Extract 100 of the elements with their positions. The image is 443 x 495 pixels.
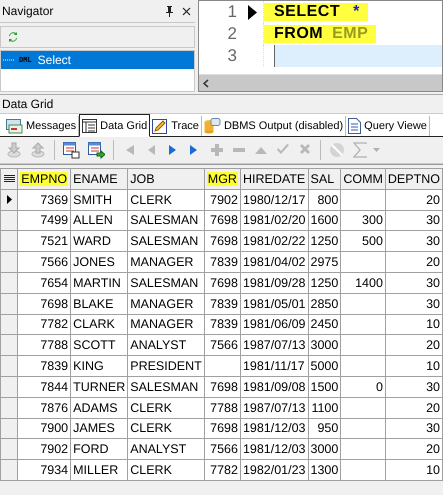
table-cell: 7654: [18, 272, 71, 294]
table-cell: 7788: [18, 334, 71, 356]
table-cell: [340, 438, 386, 460]
database-chat-icon: [204, 118, 221, 134]
close-icon[interactable]: [182, 6, 191, 16]
table-cell: ANALYST: [128, 438, 204, 460]
column-header[interactable]: SAL: [308, 168, 341, 190]
table-cell: 10: [385, 314, 442, 335]
table-cell: SALESMAN: [128, 210, 204, 231]
messages-icon: [6, 118, 23, 134]
tab[interactable]: Messages: [4, 116, 80, 136]
table-cell: 7839: [204, 293, 240, 314]
table-cell: 7521: [18, 230, 71, 252]
table-cell: 1982/01/23: [240, 460, 308, 480]
column-header[interactable]: JOB: [128, 168, 204, 190]
table-cell: 1981/06/09: [240, 314, 308, 335]
column-header[interactable]: HIREDATE: [240, 168, 308, 190]
table-cell: [340, 460, 386, 480]
column-header[interactable]: DEPTNO: [385, 168, 442, 190]
document-icon: [348, 118, 362, 134]
pencil-icon: [152, 118, 168, 134]
refresh-icon[interactable]: [8, 31, 18, 43]
table-cell: 10: [385, 356, 442, 376]
table-cell: 7499: [18, 210, 71, 231]
grid-edit-icon[interactable]: [63, 142, 80, 158]
table-cell: 800: [308, 189, 341, 210]
table-cell: [340, 293, 386, 314]
column-header[interactable]: ENAME: [70, 168, 128, 190]
table-cell: 20: [385, 252, 442, 272]
table-cell: SALESMAN: [128, 230, 204, 252]
table-cell: 1600: [308, 210, 341, 231]
table-cell: SALESMAN: [128, 376, 204, 398]
current-line-icon: [248, 4, 256, 20]
grid-export-icon[interactable]: [88, 142, 105, 158]
table-cell: 7902: [18, 438, 71, 460]
scroll-left-icon[interactable]: [203, 78, 209, 88]
grid-icon: [82, 118, 98, 132]
sql-editor[interactable]: 1 SELECT * 2 FROM EMP 3: [198, 0, 443, 92]
table-cell: 1981/11/17: [240, 356, 308, 376]
table-cell: 0: [340, 376, 386, 398]
table-cell: CLARK: [70, 314, 128, 335]
table-cell: 2975: [308, 252, 341, 272]
table-cell: 1987/07/13: [240, 334, 308, 356]
column-header[interactable]: MGR: [204, 168, 240, 190]
line-number: 1: [226, 2, 238, 22]
tab[interactable]: Trace: [150, 116, 202, 136]
table-cell: 7698: [204, 376, 240, 398]
tree-line-icon: [3, 59, 15, 61]
tab[interactable]: Data Grid: [79, 114, 150, 137]
table-cell: 7566: [204, 438, 240, 460]
table-cell: 7782: [18, 314, 71, 335]
table-cell: 950: [308, 418, 341, 439]
tab[interactable]: Query Viewe: [346, 116, 430, 136]
table-cell: 500: [340, 230, 386, 252]
table-cell: 1981/04/02: [240, 252, 308, 272]
table-cell: SCOTT: [70, 334, 128, 356]
table-cell: TURNER: [70, 376, 128, 398]
table-cell: 7788: [204, 397, 240, 418]
table-cell: [340, 356, 386, 376]
table-cell: 7900: [18, 418, 71, 439]
table-cell: 7698: [204, 272, 240, 294]
column-header[interactable]: EMPNO: [18, 168, 71, 190]
table-cell: CLERK: [128, 418, 204, 439]
table-cell: [340, 334, 386, 356]
table-cell: 7369: [18, 189, 71, 210]
table-cell: 7876: [18, 397, 71, 418]
table-cell: 3000: [308, 438, 341, 460]
table-cell: [340, 189, 386, 210]
tab[interactable]: DBMS Output (disabled): [202, 116, 346, 136]
table-cell: 7698: [204, 418, 240, 439]
table-cell: 7698: [204, 230, 240, 252]
table-cell: 20: [385, 397, 442, 418]
table-cell: CLERK: [128, 397, 204, 418]
table-cell: 7934: [18, 460, 71, 480]
row-indicator[interactable]: [0, 189, 18, 210]
table-cell: 1981/05/01: [240, 293, 308, 314]
table-cell: 1981/12/03: [240, 438, 308, 460]
table-cell: [340, 397, 386, 418]
horizontal-scrollbar[interactable]: [199, 74, 442, 91]
column-header[interactable]: COMM: [340, 168, 386, 190]
table-cell: 1300: [308, 460, 341, 480]
table-cell: CLERK: [128, 460, 204, 480]
table-cell: 7839: [18, 356, 71, 376]
table-cell: 20: [385, 334, 442, 356]
table-cell: 20: [385, 189, 442, 210]
table-cell: 7839: [204, 252, 240, 272]
columns-menu-icon[interactable]: [4, 174, 15, 183]
table-cell: 1981/02/20: [240, 210, 308, 231]
line-number: 2: [226, 24, 238, 44]
table-cell: [204, 356, 240, 376]
table-cell: 1981/09/08: [240, 376, 308, 398]
table-cell: JONES: [70, 252, 128, 272]
table-cell: 1981/02/22: [240, 230, 308, 252]
table-cell: 1981/09/28: [240, 272, 308, 294]
table-cell: CLERK: [128, 189, 204, 210]
table-cell: 2850: [308, 293, 341, 314]
table-cell: MANAGER: [128, 252, 204, 272]
table-cell: 7566: [204, 334, 240, 356]
line-number: 3: [226, 46, 238, 66]
pin-icon[interactable]: [165, 6, 174, 16]
